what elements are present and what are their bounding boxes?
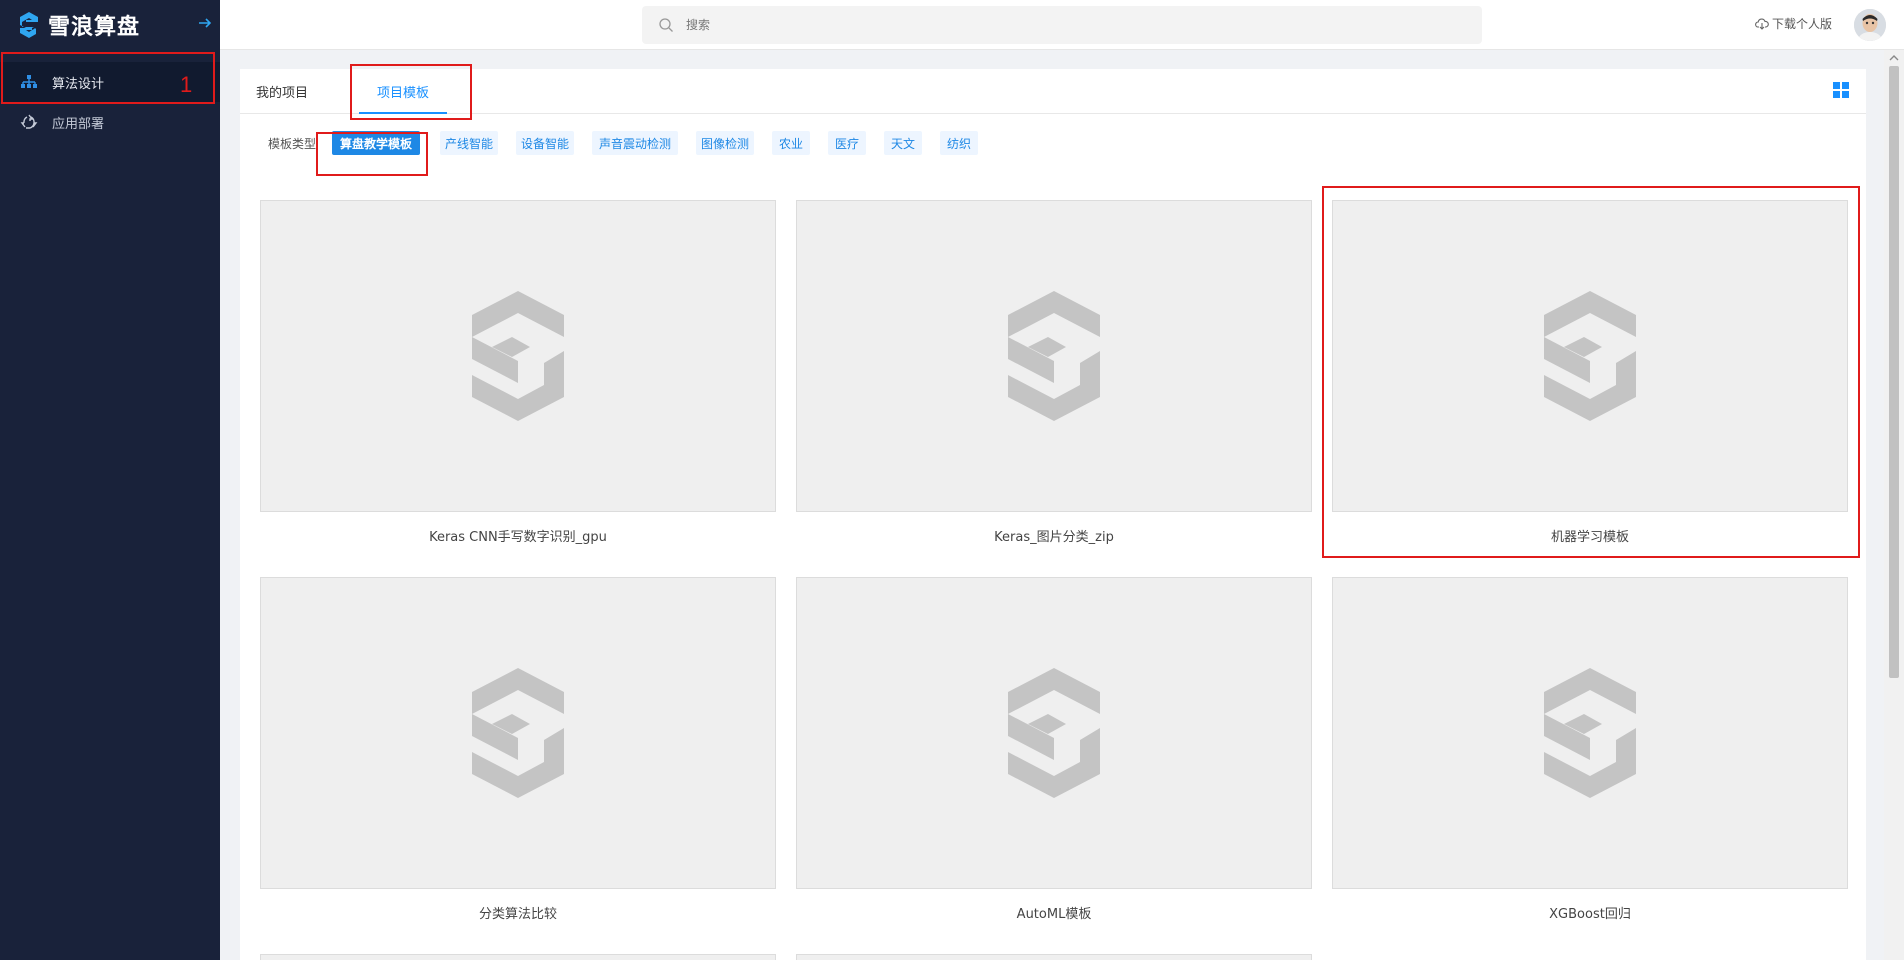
template-title: 机器学习模板 [1550, 530, 1629, 545]
chip-agriculture[interactable]: 农业 [772, 131, 810, 155]
template-title: AutoML模板 [1016, 907, 1092, 922]
recycle-icon [20, 113, 38, 131]
brand-name: 雪浪算盘 [48, 15, 141, 40]
cloud-download-icon [1755, 18, 1769, 30]
chip-image-detection[interactable]: 图像检测 [696, 131, 754, 155]
download-personal-edition-button[interactable]: 下载个人版 [1755, 15, 1832, 32]
placeholder-logo-icon [1008, 668, 1100, 798]
placeholder-logo-icon [472, 668, 564, 798]
template-card[interactable]: AutoML模板 [796, 577, 1312, 922]
vertical-scrollbar[interactable] [1884, 50, 1904, 960]
search-icon [659, 18, 673, 32]
template-thumbnail [796, 577, 1312, 889]
template-card[interactable]: Keras CNN手写数字识别_gpu [260, 200, 776, 545]
search-bar[interactable] [642, 6, 1482, 44]
template-thumbnail [1332, 200, 1848, 512]
template-title: Keras_图片分类_zip [994, 530, 1114, 545]
chip-production-line[interactable]: 产线智能 [440, 131, 498, 155]
template-title: XGBoost回归 [1549, 907, 1631, 922]
template-card[interactable]: Keras_图片分类_zip [796, 200, 1312, 545]
org-tree-icon [20, 73, 38, 91]
download-label: 下载个人版 [1772, 17, 1833, 31]
collapse-arrow-icon[interactable] [196, 14, 214, 32]
placeholder-logo-icon [472, 291, 564, 421]
tab-my-projects[interactable]: 我的项目 [256, 69, 308, 114]
main-content: 我的项目 项目模板 模板类型 算盘教学模板 产线智能 设备智能 声音震动检测 图… [220, 50, 1884, 960]
chip-astronomy[interactable]: 天文 [884, 131, 922, 155]
template-thumbnail [260, 200, 776, 512]
placeholder-logo-icon [1008, 291, 1100, 421]
search-input[interactable] [686, 18, 1466, 32]
placeholder-logo-icon [1544, 291, 1636, 421]
template-card[interactable]: 机器学习模板 [1332, 200, 1848, 545]
template-type-filter: 模板类型 算盘教学模板 产线智能 设备智能 声音震动检测 图像检测 农业 医疗 … [240, 129, 1866, 159]
template-thumbnail [260, 577, 776, 889]
template-card-partial[interactable] [796, 954, 1312, 960]
tab-project-templates[interactable]: 项目模板 [377, 69, 429, 114]
scrollbar-thumb[interactable] [1889, 66, 1899, 678]
avatar[interactable] [1854, 9, 1886, 41]
active-tab-indicator [359, 112, 447, 114]
chip-textile[interactable]: 纺织 [940, 131, 978, 155]
user-avatar-icon [1854, 9, 1886, 41]
brand-logo-icon [20, 12, 38, 38]
template-thumbnail [796, 200, 1312, 512]
brand[interactable]: 雪浪算盘 [18, 8, 140, 42]
sidebar-item-label: 应用部署 [52, 116, 105, 132]
chip-medical[interactable]: 医疗 [828, 131, 866, 155]
chip-teaching-template[interactable]: 算盘教学模板 [332, 131, 420, 155]
template-thumbnail [1332, 577, 1848, 889]
scroll-up-arrow-icon[interactable] [1889, 54, 1899, 62]
sidebar-item-label: 算法设计 [52, 76, 105, 92]
template-title: Keras CNN手写数字识别_gpu [429, 530, 607, 545]
annotation-number: 1 [180, 72, 193, 97]
content-panel: 我的项目 项目模板 模板类型 算盘教学模板 产线智能 设备智能 声音震动检测 图… [240, 69, 1866, 960]
template-card[interactable]: XGBoost回归 [1332, 577, 1848, 922]
template-card-partial[interactable] [260, 954, 776, 960]
top-header: 下载个人版 [220, 0, 1904, 50]
grid-view-icon[interactable] [1833, 82, 1849, 98]
chip-sound-vibration[interactable]: 声音震动检测 [592, 131, 678, 155]
placeholder-logo-icon [1544, 668, 1636, 798]
chip-equipment[interactable]: 设备智能 [516, 131, 574, 155]
template-title: 分类算法比较 [478, 907, 557, 922]
tab-bar: 我的项目 项目模板 [240, 69, 1866, 114]
sidebar-item-app-deploy[interactable]: 应用部署 [0, 102, 220, 142]
sidebar: 雪浪算盘 算法设计 应用部署 1 [0, 0, 220, 960]
template-type-label: 模板类型 [268, 137, 317, 151]
template-card[interactable]: 分类算法比较 [260, 577, 776, 922]
